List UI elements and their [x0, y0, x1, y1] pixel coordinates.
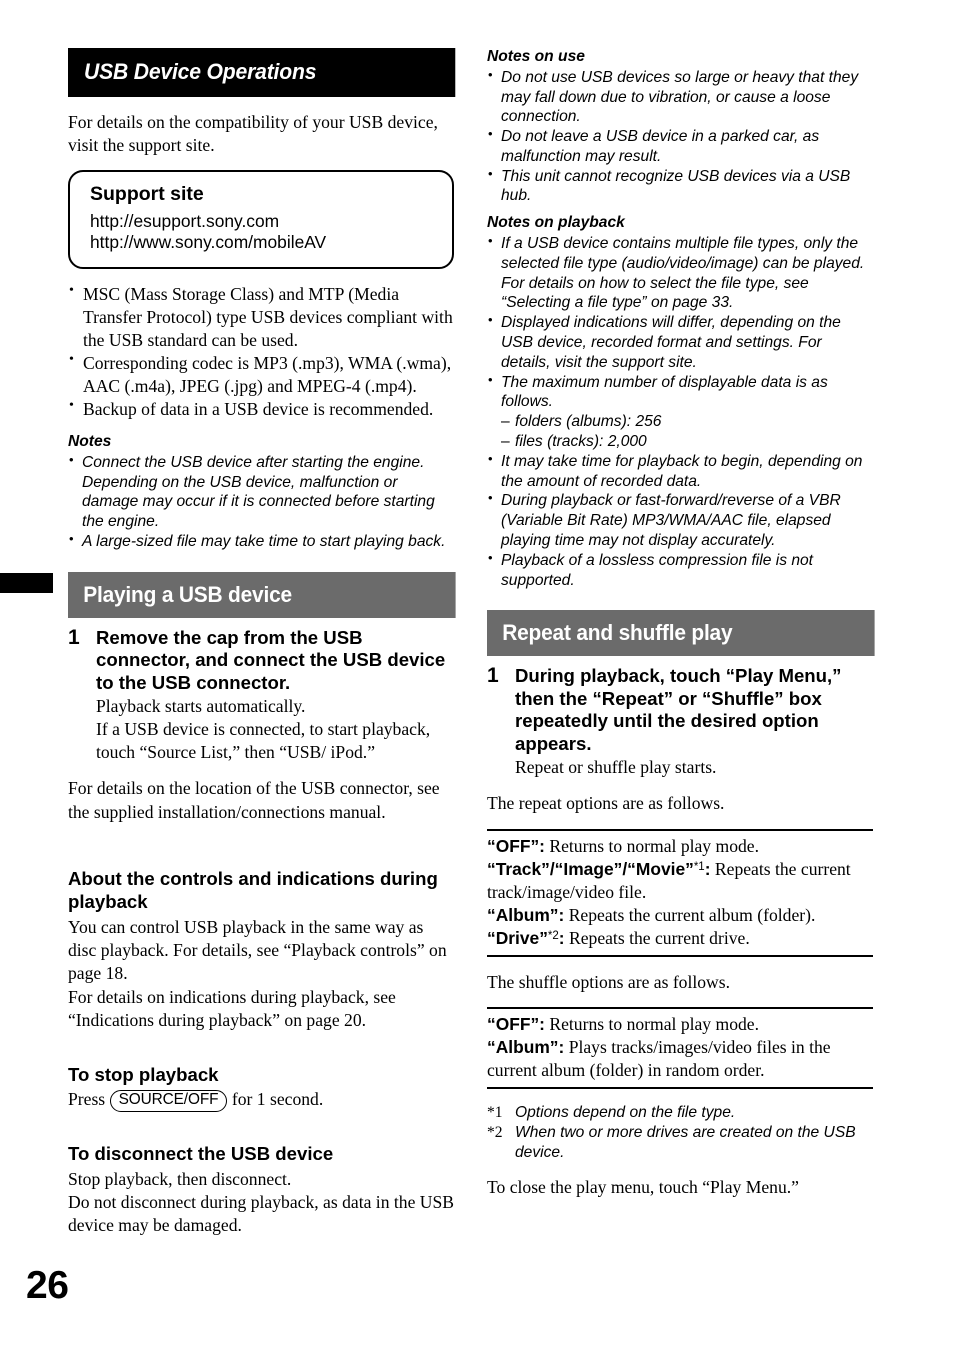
- repeat-options-block: “OFF”: Returns to normal play mode. “Tra…: [487, 828, 873, 957]
- section-title-playing-usb: Playing a USB device: [68, 571, 456, 618]
- usb-connector-location-note: For details on the location of the USB c…: [68, 778, 440, 822]
- option-key: “OFF”:: [487, 835, 545, 856]
- notes-on-use-heading: Notes on use: [487, 48, 585, 65]
- list-item: Do not leave a USB device in a parked ca…: [487, 126, 875, 167]
- footnote-mark: *2: [487, 1124, 503, 1142]
- support-site-url-2[interactable]: http://www.sony.com/mobileAV: [90, 232, 452, 254]
- option-row: “Drive”*2: Repeats the current drive.: [487, 927, 873, 950]
- list-item: A large-sized file may take time to star…: [68, 531, 456, 552]
- page-thumb-index-tab: [0, 573, 53, 593]
- list-item: Playback of a lossless compression file …: [487, 550, 875, 591]
- support-site-title: Support site: [90, 183, 204, 206]
- intro-paragraph: For details on the compatibility of your…: [68, 111, 438, 155]
- list-item: Backup of data in a USB device is recomm…: [68, 397, 456, 421]
- step-1-repeat-shuffle: 1 During playback, touch “Play Menu,” th…: [487, 665, 875, 779]
- step-1-playing-usb: 1 Remove the cap from the USB connector,…: [68, 627, 456, 765]
- footnote-text: When two or more drives are created on t…: [515, 1124, 856, 1162]
- option-key: “Drive”: [487, 927, 548, 948]
- disconnect-line-1: Stop playback, then disconnect.: [68, 1168, 292, 1189]
- left-column: USB Device Operations For details on the…: [68, 48, 456, 1238]
- disconnect-line-2: Do not disconnect during playback, as da…: [68, 1192, 455, 1236]
- notes-list: Connect the USB device after starting th…: [68, 452, 456, 552]
- option-row: “OFF”: Returns to normal play mode.: [487, 835, 873, 858]
- right-column: Notes on use Do not use USB devices so l…: [487, 48, 875, 1212]
- step-number: 1: [487, 664, 499, 688]
- option-key: “OFF”:: [487, 1014, 545, 1035]
- controls-body-1: You can control USB playback in the same…: [68, 916, 447, 984]
- option-key: “Album”:: [487, 904, 565, 925]
- option-desc: Returns to normal play mode.: [544, 1014, 759, 1035]
- list-item: MSC (Mass Storage Class) and MTP (Media …: [68, 282, 456, 352]
- footnote-mark: *1: [487, 1104, 503, 1122]
- feature-bullet-list: MSC (Mass Storage Class) and MTP (Media …: [68, 282, 456, 421]
- list-item: files (tracks): 2,000: [501, 432, 875, 452]
- footnote-ref: *1: [693, 860, 705, 873]
- controls-body-2: For details on indications during playba…: [68, 986, 396, 1031]
- list-item: During playback or fast-forward/reverse …: [487, 490, 875, 550]
- chapter-title-bar: USB Device Operations: [68, 48, 456, 97]
- option-row: “Album”: Plays tracks/images/video files…: [487, 1036, 873, 1082]
- option-row: “Album”: Repeats the current album (fold…: [487, 904, 873, 927]
- step-number: 1: [68, 625, 80, 649]
- step-title: Remove the cap from the USB connector, a…: [96, 626, 446, 693]
- closing-paragraph: To close the play menu, touch “Play Menu…: [487, 1176, 799, 1197]
- support-site-box: Support site http://esupport.sony.com ht…: [68, 170, 454, 269]
- page-number: 26: [26, 1264, 69, 1307]
- stop-text-after: for 1 second.: [231, 1089, 324, 1110]
- subheading-disconnect-usb: To disconnect the USB device: [68, 1142, 334, 1164]
- notes-on-playback-heading: Notes on playback: [487, 214, 625, 232]
- list-item-text: The maximum number of displayable data i…: [501, 373, 828, 411]
- list-item: *2 When two or more drives are created o…: [487, 1123, 875, 1163]
- stop-playback-instruction: Press SOURCE/OFF for 1 second.: [68, 1088, 456, 1112]
- list-item: It may take time for playback to begin, …: [487, 451, 875, 492]
- repeat-options-intro: The repeat options are as follows.: [487, 793, 725, 814]
- list-item: This unit cannot recognize USB devices v…: [487, 166, 875, 207]
- option-desc: Repeats the current drive.: [564, 927, 750, 948]
- list-item: folders (albums): 256: [501, 412, 875, 432]
- step-title: During playback, touch “Play Menu,” then…: [515, 665, 842, 754]
- step-description: Repeat or shuffle play starts.: [515, 757, 717, 778]
- step-description-line-2: If a USB device is connected, to start p…: [96, 719, 431, 763]
- list-item: Corresponding codec is MP3 (.mp3), WMA (…: [68, 351, 456, 398]
- shuffle-options-block: “OFF”: Returns to normal play mode. “Alb…: [487, 1007, 873, 1090]
- option-key: “Album”:: [487, 1037, 565, 1058]
- footnotes-list: *1 Options depend on the file type. *2 W…: [487, 1103, 875, 1162]
- list-item: *1 Options depend on the file type.: [487, 1103, 875, 1123]
- subheading-controls-indications: About the controls and indications durin…: [68, 868, 438, 912]
- option-row: “OFF”: Returns to normal play mode.: [487, 1013, 873, 1036]
- footnote-text: Options depend on the file type.: [515, 1104, 736, 1122]
- list-item: If a USB device contains multiple file t…: [487, 233, 875, 313]
- step-description-line-1: Playback starts automatically.: [96, 696, 306, 717]
- shuffle-options-intro: The shuffle options are as follows.: [487, 971, 731, 992]
- notes-on-use-list: Do not use USB devices so large or heavy…: [487, 67, 875, 207]
- list-item: Do not use USB devices so large or heavy…: [487, 67, 875, 127]
- option-key: “Track”/“Image”/“Movie”: [487, 858, 694, 879]
- option-row: “Track”/“Image”/“Movie”*1: Repeats the c…: [487, 858, 873, 904]
- option-desc: Repeats the current album (folder).: [564, 904, 816, 925]
- footnote-ref: *2: [547, 929, 559, 942]
- manual-page: 26 USB Device Operations For details on …: [0, 0, 954, 1352]
- notes-heading: Notes: [68, 433, 112, 451]
- stop-text-before: Press: [68, 1089, 106, 1110]
- option-desc: Returns to normal play mode.: [544, 835, 759, 856]
- list-item: Connect the USB device after starting th…: [68, 452, 456, 532]
- source-off-key[interactable]: SOURCE/OFF: [109, 1090, 228, 1112]
- max-data-sublist: folders (albums): 256 files (tracks): 2,…: [501, 412, 875, 452]
- section-title-repeat-shuffle: Repeat and shuffle play: [487, 610, 875, 657]
- list-item: The maximum number of displayable data i…: [487, 372, 875, 452]
- list-item: Displayed indications will differ, depen…: [487, 312, 875, 372]
- notes-on-playback-list: If a USB device contains multiple file t…: [487, 233, 875, 591]
- support-site-url-1[interactable]: http://esupport.sony.com: [90, 211, 452, 233]
- subheading-stop-playback: To stop playback: [68, 1063, 219, 1085]
